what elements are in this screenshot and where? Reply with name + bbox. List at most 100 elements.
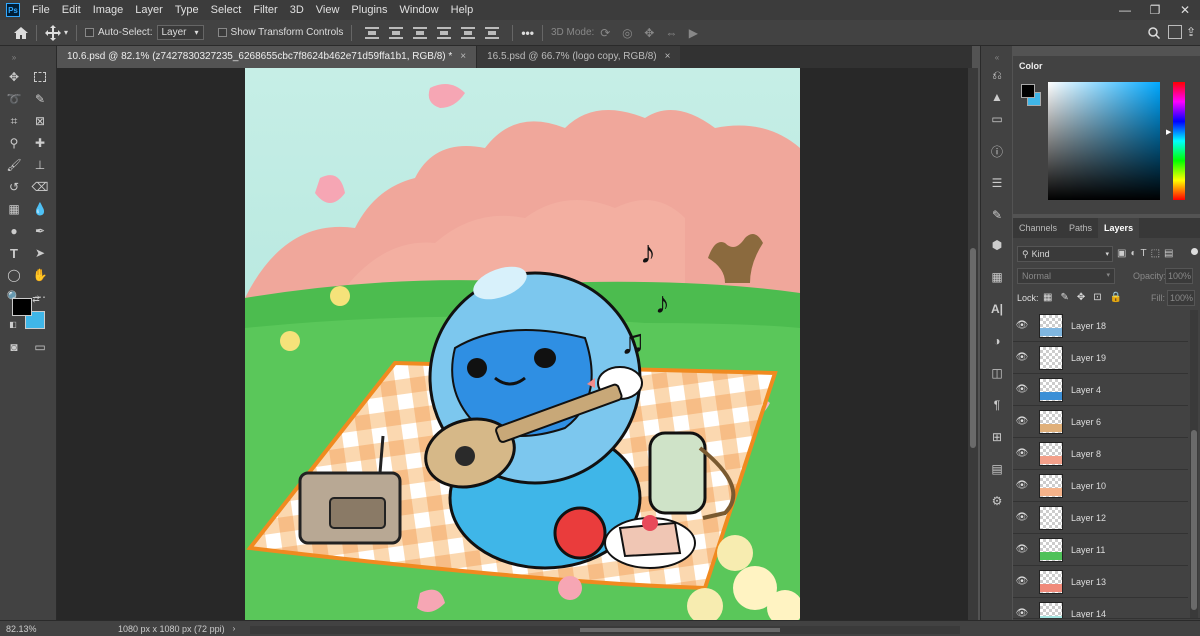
eye-icon[interactable]: 👁 — [1013, 384, 1031, 395]
align-vcenter-icon[interactable] — [389, 26, 404, 39]
chevron-right-icon[interactable]: › — [233, 624, 236, 633]
blur-tool-icon[interactable]: 💧 — [30, 200, 50, 218]
brush-tool-icon[interactable]: 🖌 — [4, 156, 24, 174]
3d-roll-icon[interactable]: ◎ — [619, 27, 635, 39]
grid-icon[interactable]: ⊞ — [987, 428, 1007, 446]
quick-mask-icon[interactable]: ◙ — [4, 338, 24, 356]
close-button[interactable]: ✕ — [1170, 0, 1200, 20]
navigator-icon[interactable]: ◫ — [987, 364, 1007, 382]
rotate-view-tool-icon[interactable]: ✋ — [30, 266, 50, 284]
auto-select-checkbox[interactable]: Auto-Select: — [85, 27, 153, 38]
menu-3d[interactable]: 3D — [284, 0, 310, 20]
layer-row[interactable]: 👁 Layer 10 — [1013, 470, 1188, 502]
menu-image[interactable]: Image — [87, 0, 130, 20]
lasso-tool-icon[interactable]: ➰ — [4, 90, 24, 108]
history-icon[interactable]: ⎌ — [987, 66, 1007, 84]
eye-icon[interactable]: 👁 — [1013, 352, 1031, 363]
history-brush-tool-icon[interactable]: ↺ — [4, 178, 24, 196]
move-tool-icon[interactable]: ▾ — [45, 24, 68, 41]
eye-icon[interactable]: 👁 — [1013, 544, 1031, 555]
filter-kind-dropdown[interactable]: ⚲ Kind ▾ — [1017, 246, 1113, 262]
align-hcenter-icon[interactable] — [461, 26, 476, 39]
menu-window[interactable]: Window — [394, 0, 445, 20]
show-transform-checkbox[interactable]: Show Transform Controls — [217, 27, 343, 38]
fill-field[interactable]: 100% — [1167, 290, 1195, 306]
tab-10-6-psd[interactable]: 10.6.psd @ 82.1% (z7427830327235_6268655… — [57, 46, 477, 68]
tab-paths[interactable]: Paths — [1063, 218, 1098, 238]
eye-icon[interactable]: 👁 — [1013, 512, 1031, 523]
menu-select[interactable]: Select — [205, 0, 248, 20]
ellipse-tool-icon[interactable]: ◯ — [4, 266, 24, 284]
menu-edit[interactable]: Edit — [56, 0, 87, 20]
share-icon[interactable]: ⇪ — [1186, 25, 1196, 39]
move-tool-icon[interactable]: ✥ — [4, 68, 24, 86]
align-left-icon[interactable] — [437, 26, 452, 39]
layer-row[interactable]: 👁 Layer 8 — [1013, 438, 1188, 470]
eye-icon[interactable]: 👁 — [1013, 480, 1031, 491]
tab-channels[interactable]: Channels — [1013, 218, 1063, 238]
eyedropper-tool-icon[interactable]: ⚲ — [4, 134, 24, 152]
pen-tool-icon[interactable]: ✒ — [30, 222, 50, 240]
path-select-tool-icon[interactable]: ➤ — [30, 244, 50, 262]
color-field[interactable] — [1048, 82, 1160, 200]
collapse-icon[interactable]: « — [987, 48, 1007, 66]
layer-row[interactable]: 👁 Layer 19 — [1013, 342, 1188, 374]
canvas-area[interactable]: ♪ ♪ ♫ — [57, 68, 972, 620]
paragraph-icon[interactable]: ¶ — [987, 396, 1007, 414]
info-icon[interactable]: ⓘ — [987, 142, 1007, 160]
filter-type-icons[interactable]: ▣◐T⬚▤ — [1117, 248, 1178, 259]
menu-filter[interactable]: Filter — [247, 0, 283, 20]
frame-tool-icon[interactable]: ⊠ — [30, 112, 50, 130]
type-tool-icon[interactable]: T — [4, 244, 24, 262]
artwork-canvas[interactable]: ♪ ♪ ♫ — [245, 68, 800, 620]
menu-plugins[interactable]: Plugins — [345, 0, 393, 20]
crop-tool-icon[interactable]: ⌗ — [4, 112, 24, 130]
zoom-level[interactable]: 82.13% — [6, 624, 66, 634]
minimize-button[interactable]: — — [1110, 0, 1140, 20]
menu-type[interactable]: Type — [169, 0, 205, 20]
more-options-button[interactable]: ••• — [521, 26, 534, 40]
layer-row[interactable]: 👁 Layer 6 — [1013, 406, 1188, 438]
character-icon[interactable]: A| — [987, 300, 1007, 318]
vertical-scrollbar[interactable] — [968, 68, 978, 620]
foreground-color-swatch[interactable] — [12, 298, 32, 316]
hue-slider[interactable] — [1173, 82, 1185, 200]
lock-icons[interactable]: ▦✎✥⊡🔒 — [1043, 292, 1130, 303]
align-top-icon[interactable] — [365, 26, 380, 39]
comments-icon[interactable]: ▭ — [987, 110, 1007, 128]
3d-slide-icon[interactable]: ⇔ — [663, 27, 679, 39]
adjustments-icon[interactable]: ☰ — [987, 174, 1007, 192]
layer-row[interactable]: 👁 Layer 11 — [1013, 534, 1188, 566]
menu-file[interactable]: File — [26, 0, 56, 20]
search-icon[interactable] — [1148, 27, 1160, 39]
checkbox-box[interactable] — [85, 28, 95, 37]
marquee-tool-icon[interactable] — [30, 68, 50, 86]
align-right-icon[interactable] — [485, 26, 500, 39]
eye-icon[interactable]: 👁 — [1013, 608, 1031, 618]
tab-layers[interactable]: Layers — [1098, 218, 1140, 238]
layer-row[interactable]: 👁 Layer 13 — [1013, 566, 1188, 598]
scrollbar-thumb[interactable] — [970, 248, 976, 448]
layer-row[interactable]: 👁 Layer 18 — [1013, 310, 1188, 342]
swatches-icon[interactable]: ▦ — [987, 268, 1007, 286]
eraser-tool-icon[interactable]: ⌫ — [30, 178, 50, 196]
checkbox-box[interactable] — [217, 28, 227, 37]
eye-icon[interactable]: 👁 — [1013, 416, 1031, 427]
3d-orbit-icon[interactable]: ⟳ — [597, 27, 613, 39]
collapse-icon[interactable]: » — [4, 48, 24, 66]
brushes-icon[interactable]: ✎ — [987, 206, 1007, 224]
filter-toggle[interactable] — [1191, 248, 1198, 255]
screen-mode-icon[interactable]: ▭ — [30, 338, 50, 356]
layer-row[interactable]: 👁 Layer 14 — [1013, 598, 1188, 618]
close-icon[interactable]: × — [665, 46, 671, 68]
3d-camera-icon[interactable]: ▶ — [685, 27, 701, 39]
opacity-field[interactable]: 100% — [1165, 268, 1193, 284]
eye-icon[interactable]: 👁 — [1013, 576, 1031, 587]
default-colors-icon[interactable]: ◧ — [8, 319, 18, 329]
gradients-icon[interactable]: ▤ — [987, 460, 1007, 478]
properties-icon[interactable]: ⚙ — [987, 492, 1007, 510]
scrollbar-thumb[interactable] — [1191, 430, 1197, 610]
3d-icon[interactable]: ⬢ — [987, 236, 1007, 254]
align-bottom-icon[interactable] — [413, 26, 428, 39]
layer-row[interactable]: 👁 Layer 12 — [1013, 502, 1188, 534]
